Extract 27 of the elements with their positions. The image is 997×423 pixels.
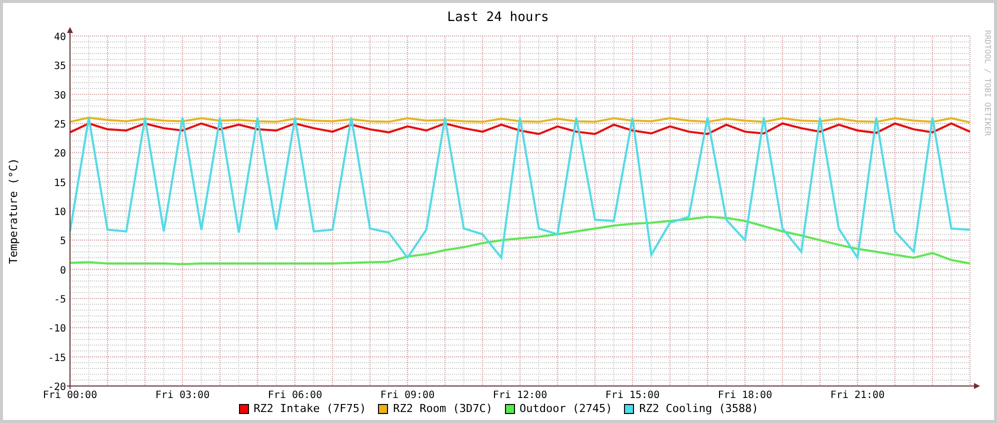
- tick-label: Fri 21:00: [830, 390, 885, 401]
- tick-label: Fri 18:00: [718, 390, 772, 401]
- tick-label: -5: [54, 294, 66, 306]
- tick-label: 0: [60, 265, 66, 276]
- axis-label: Temperature (°C): [7, 158, 20, 264]
- tick-label: 15: [54, 178, 66, 189]
- tick-label: 20: [54, 148, 66, 160]
- legend-label: RZ2 Room (3D7C): [393, 402, 492, 415]
- tick-label: 25: [54, 120, 66, 130]
- legend-label: Outdoor (2745): [520, 402, 612, 415]
- tick-label: -15: [48, 352, 66, 364]
- tick-label: Fri 12:00: [492, 390, 548, 401]
- chart-title: Last 24 hours: [447, 10, 549, 25]
- tick-label: 40: [54, 32, 66, 43]
- legend-label: RZ2 Cooling (3588): [639, 402, 758, 415]
- legend-label: RZ2 Intake (7F75): [254, 402, 366, 415]
- tick-label: 35: [54, 61, 66, 72]
- tick-label: 5: [60, 236, 66, 248]
- tick-label: Fri 06:00: [268, 390, 322, 401]
- tick-label: Fri 00:00: [42, 390, 98, 401]
- tick-label: 30: [54, 90, 66, 102]
- tick-label: 10: [54, 207, 66, 218]
- tick-label: Fri 03:00: [155, 390, 210, 401]
- tick-label: Fri 09:00: [380, 390, 435, 401]
- credit-text: RRDTOOL / TOBI OETIKER: [983, 30, 992, 136]
- tick-label: -10: [48, 324, 66, 335]
- tick-label: Fri 15:00: [605, 390, 660, 401]
